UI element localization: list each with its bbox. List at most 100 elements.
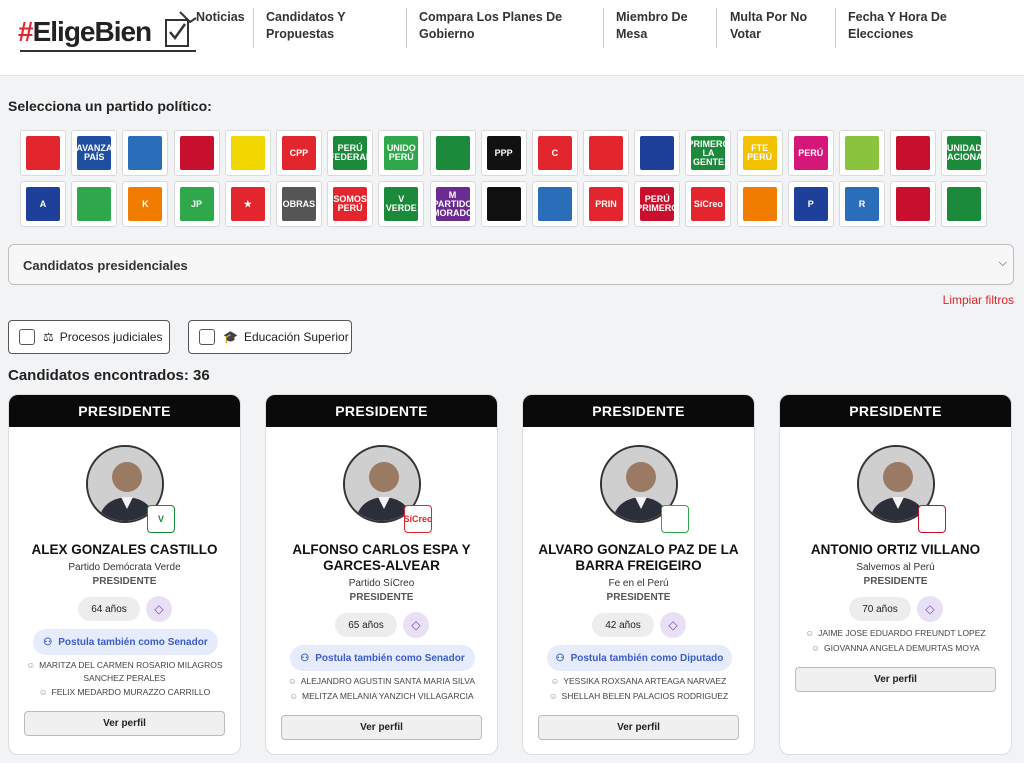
party-logo-button[interactable]: SíCreo — [685, 181, 732, 227]
party-logo-button[interactable]: PRIN — [583, 181, 630, 227]
party-logo: PERÚ — [793, 136, 828, 170]
graduation-cap-icon: ◇ — [146, 596, 172, 622]
party-logo — [845, 136, 879, 170]
candidate-party: Partido Demócrata Verde — [68, 562, 181, 573]
party-logo-button[interactable]: UNIDAD NACIONAL — [941, 130, 988, 176]
card-header: PRESIDENTE — [780, 395, 1011, 427]
party-logo-button[interactable]: JP — [173, 181, 220, 227]
card-header: PRESIDENTE — [9, 395, 240, 427]
running-mate-name: MARITZA DEL CARMEN ROSARIO MILAGROS SANC… — [39, 660, 223, 683]
nav-link[interactable]: Noticias — [196, 9, 256, 26]
select-value: Candidatos presidenciales — [23, 258, 188, 273]
party-logo-button[interactable]: PERÚ PRIMERO — [634, 181, 681, 227]
clear-filters-link[interactable]: Limpiar filtros — [943, 293, 1014, 307]
card-header: PRESIDENTE — [523, 395, 754, 427]
checkbox[interactable] — [19, 329, 35, 345]
party-logo-button[interactable]: OBRAS — [275, 181, 322, 227]
party-section-title: Selecciona un partido político: — [8, 98, 212, 114]
party-logo-button[interactable] — [224, 130, 271, 176]
party-logo-button[interactable]: CPP — [275, 130, 322, 176]
view-profile-button[interactable]: Ver perfil — [281, 715, 482, 740]
nav-separator — [603, 8, 604, 48]
party-logo-button[interactable]: ★ — [224, 181, 271, 227]
party-logo-button[interactable] — [71, 181, 118, 227]
party-logo — [896, 187, 931, 221]
person-icon: ☺ — [38, 687, 48, 697]
party-logo-button[interactable] — [890, 181, 937, 227]
party-logo: SOMOS PERÚ — [333, 187, 368, 221]
nav-link[interactable]: Miembro De Mesa — [616, 9, 696, 43]
party-logo — [537, 187, 572, 221]
party-logo-button[interactable] — [20, 130, 66, 176]
running-mate: ☺ ALEJANDRO AGUSTIN SANTA MARIA SILVA — [280, 675, 483, 688]
party-logo-button[interactable]: FTE PERÚ — [736, 130, 783, 176]
nav-link[interactable]: Multa Por No Votar — [730, 9, 820, 43]
person-icon: ☺ — [288, 676, 297, 686]
running-mate: ☺ JAIME JOSE EDUARDO FREUNDT LOPEZ — [794, 627, 997, 640]
candidate-role: PRESIDENTE — [349, 592, 414, 603]
party-logo-button[interactable] — [890, 130, 937, 176]
party-logo-button[interactable]: PPP — [480, 130, 527, 176]
also-running-label: Postula también como Senador — [58, 636, 208, 648]
party-logo-button[interactable] — [634, 130, 681, 176]
filter-chip-education[interactable]: 🎓 Educación Superior — [188, 320, 352, 354]
candidate-role: PRESIDENTE — [863, 576, 928, 587]
nav-separator — [253, 8, 254, 48]
party-logo — [742, 187, 777, 221]
candidate-type-select[interactable]: Candidatos presidenciales ⌵ — [8, 244, 1014, 285]
nav-link[interactable]: Compara Los Planes De Gobierno — [419, 9, 579, 43]
checkbox[interactable] — [199, 329, 215, 345]
party-logo-button[interactable] — [122, 130, 169, 176]
site-header: #EligeBien Noticias Candidatos Y Propuest… — [0, 0, 1024, 76]
party-logo — [486, 187, 521, 221]
running-mate-name: FELIX MEDARDO MURAZZO CARRILLO — [51, 687, 211, 697]
people-icon: ⚇ — [555, 652, 565, 664]
party-logo-button[interactable]: PERÚ — [787, 130, 834, 176]
party-logo-button[interactable] — [480, 181, 527, 227]
candidate-card: PRESIDENTE ALVARO GONZALO PAZ DE LA BARR… — [522, 394, 755, 755]
party-logo-button[interactable]: PRIMERO LA GENTE — [685, 130, 732, 176]
nav-link[interactable]: Candidatos Y Propuestas — [266, 9, 386, 43]
party-logo: UNIDAD NACIONAL — [942, 136, 986, 170]
party-logo-button[interactable] — [941, 181, 988, 227]
party-logo-button[interactable]: R — [839, 181, 885, 227]
party-logo-button[interactable]: P — [787, 181, 834, 227]
party-logo-button[interactable]: V VERDE — [378, 181, 425, 227]
party-logo-button[interactable]: K — [122, 181, 169, 227]
party-logo: C — [537, 136, 572, 170]
party-logo-button[interactable]: PERÚ FEDERAL — [327, 130, 374, 176]
view-profile-button[interactable]: Ver perfil — [24, 711, 225, 736]
results-count: Candidatos encontrados: 36 — [8, 367, 210, 384]
view-profile-button[interactable]: Ver perfil — [795, 667, 996, 692]
party-logo-button[interactable] — [531, 181, 578, 227]
party-logo-button[interactable] — [839, 130, 885, 176]
view-profile-button[interactable]: Ver perfil — [538, 715, 739, 740]
filter-chip-judicial[interactable]: ⚖ Procesos judiciales — [8, 320, 170, 354]
party-logo-button[interactable]: A — [20, 181, 66, 227]
party-logo: V VERDE — [384, 187, 419, 221]
party-logo — [179, 136, 214, 170]
party-logo: P — [793, 187, 828, 221]
party-logo — [77, 187, 112, 221]
site-logo[interactable]: #EligeBien — [18, 6, 198, 56]
party-logo-button[interactable] — [583, 130, 630, 176]
party-logo: CPP — [281, 136, 316, 170]
party-logo: PERÚ PRIMERO — [636, 187, 678, 221]
nav-link[interactable]: Fecha Y Hora De Elecciones — [848, 9, 978, 43]
also-running-label: Postula también como Diputado — [570, 652, 724, 664]
candidate-role: PRESIDENTE — [92, 576, 157, 587]
party-logo-button[interactable] — [429, 130, 476, 176]
party-logo-button[interactable] — [736, 181, 783, 227]
party-logo — [230, 136, 265, 170]
running-mate-name: SHELLAH BELEN PALACIOS RODRIGUEZ — [561, 691, 729, 701]
running-mate: ☺ SHELLAH BELEN PALACIOS RODRIGUEZ — [537, 690, 740, 703]
candidate-party: Fe en el Perú — [608, 578, 669, 589]
party-logo-button[interactable]: M PARTIDO MORADO — [429, 181, 476, 227]
party-logo-button[interactable]: AVANZA PAÍS — [71, 130, 118, 176]
party-logo-button[interactable]: UNIDO PERÚ — [378, 130, 425, 176]
party-logo-button[interactable]: C — [531, 130, 578, 176]
also-running-label: Postula también como Senador — [315, 652, 465, 664]
party-logo-button[interactable]: SOMOS PERÚ — [327, 181, 374, 227]
party-logo-button[interactable] — [173, 130, 220, 176]
running-mate: ☺ MARITZA DEL CARMEN ROSARIO MILAGROS SAN… — [23, 659, 226, 685]
